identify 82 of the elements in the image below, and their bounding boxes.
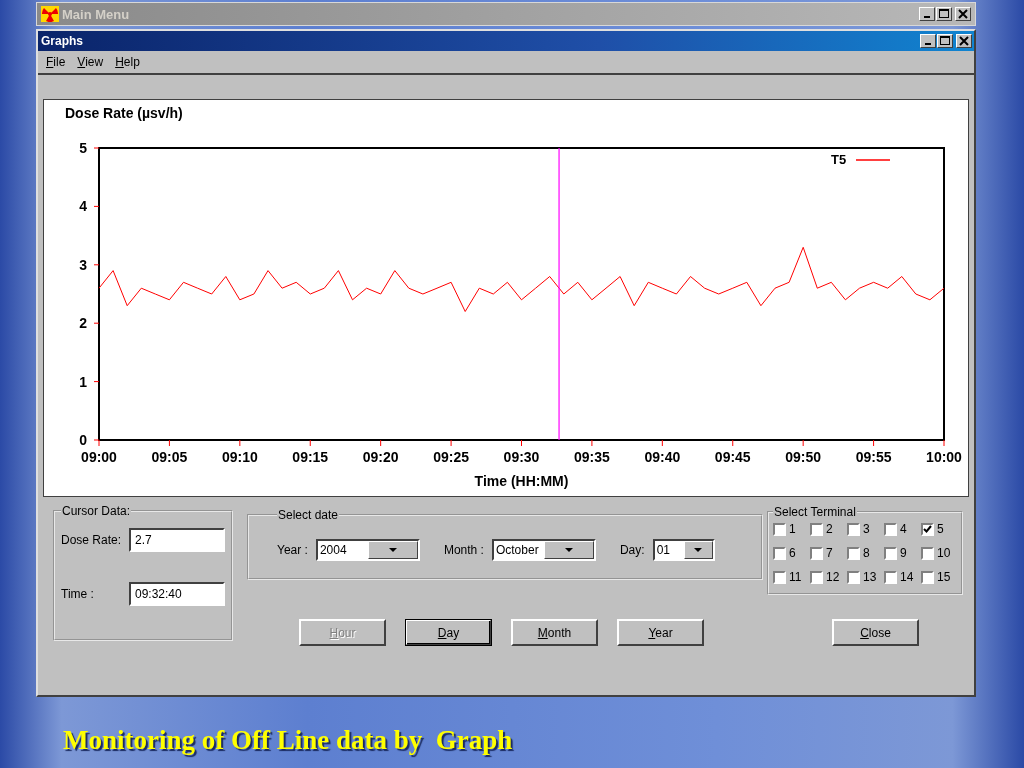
- radiation-icon: [41, 6, 59, 22]
- checkbox[interactable]: [773, 546, 786, 560]
- checkbox[interactable]: [810, 570, 823, 584]
- dropdown-label: Year :: [277, 543, 308, 557]
- y-tick-label: 2: [79, 315, 87, 332]
- x-tick-label: 09:55: [855, 449, 892, 465]
- chart-title: Dose Rate (µsv/h): [65, 105, 183, 121]
- minimize-icon[interactable]: [920, 34, 936, 48]
- checkbox-label: 3: [863, 522, 870, 536]
- y-tick-label: 3: [79, 256, 87, 273]
- x-tick-label: 09:15: [292, 449, 329, 465]
- slide-title: Monitoring of Off Line data by Graph: [63, 725, 513, 756]
- close-icon[interactable]: [955, 7, 971, 21]
- window-title: Main Menu: [62, 6, 130, 22]
- x-tick-label: 09:40: [644, 449, 681, 465]
- checkbox-label: 6: [789, 546, 796, 560]
- x-tick-label: 09:05: [151, 449, 188, 465]
- checkbox[interactable]: [810, 522, 823, 536]
- push-button[interactable]: Day: [405, 619, 492, 646]
- x-tick-label: 09:30: [503, 449, 540, 465]
- checkbox[interactable]: [773, 570, 786, 584]
- checkbox[interactable]: [921, 522, 934, 536]
- push-button[interactable]: Month: [511, 619, 598, 646]
- x-axis-title: Time (HH:MM): [474, 473, 569, 489]
- x-tick-label: 09:50: [785, 449, 822, 465]
- y-tick-label: 4: [79, 198, 87, 215]
- dropdown[interactable]: October: [491, 539, 596, 561]
- group-title: Cursor Data:: [61, 504, 132, 518]
- checkbox[interactable]: [773, 522, 786, 536]
- checkbox-label: 2: [826, 522, 833, 536]
- checkbox-label: 5: [937, 522, 944, 536]
- checkbox-label: 15: [937, 570, 951, 584]
- x-tick-label: 09:25: [433, 449, 469, 465]
- x-tick-label: 09:10: [221, 449, 258, 465]
- menu-item[interactable]: Help: [111, 54, 144, 70]
- checkbox-label: 7: [826, 546, 833, 560]
- group-title: Select Terminal: [773, 505, 857, 519]
- group-title: Select date: [277, 508, 340, 522]
- checkbox-label: 14: [900, 570, 914, 584]
- checkbox-label: 9: [900, 546, 907, 560]
- checkbox[interactable]: [884, 570, 897, 584]
- y-tick-label: 5: [79, 140, 87, 156]
- legend-label: T5: [831, 152, 847, 167]
- x-tick-label: 09:00: [81, 449, 117, 465]
- checkbox-label: 12: [826, 570, 840, 584]
- minimize-icon[interactable]: [919, 7, 935, 21]
- field-label: Time :: [61, 587, 94, 601]
- dropdown[interactable]: 01: [652, 539, 715, 561]
- checkbox-label: 13: [863, 570, 877, 584]
- dropdown-label: Month :: [443, 543, 484, 557]
- window-title: Graphs: [41, 34, 83, 48]
- checkbox-label: 11: [789, 570, 802, 584]
- dropdown-label: Day:: [619, 543, 645, 557]
- push-button[interactable]: Close: [832, 619, 919, 646]
- checkbox[interactable]: [921, 546, 934, 560]
- x-tick-label: 09:20: [362, 449, 399, 465]
- maximize-icon[interactable]: [937, 34, 953, 48]
- checkbox-label: 10: [937, 546, 951, 560]
- field-label: Dose Rate:: [61, 533, 122, 547]
- checkbox[interactable]: [810, 546, 823, 560]
- checkbox[interactable]: [847, 546, 860, 560]
- dropdown[interactable]: 2004: [315, 539, 420, 561]
- checkbox[interactable]: [921, 570, 934, 584]
- checkbox[interactable]: [884, 546, 897, 560]
- x-tick-label: 09:45: [714, 449, 751, 465]
- checkbox[interactable]: [884, 522, 897, 536]
- y-tick-label: 1: [79, 373, 87, 390]
- push-button[interactable]: Year: [617, 619, 704, 646]
- checkbox-label: 8: [863, 546, 870, 560]
- y-tick-label: 0: [79, 432, 87, 448]
- x-tick-label: 10:00: [926, 449, 962, 465]
- menu-item[interactable]: View: [73, 54, 108, 70]
- checkbox-label: 1: [789, 522, 796, 536]
- close-icon[interactable]: [956, 34, 972, 48]
- x-tick-label: 09:35: [574, 449, 610, 465]
- checkbox[interactable]: [847, 570, 860, 584]
- maximize-icon[interactable]: [936, 7, 952, 21]
- checkbox-label: 4: [900, 522, 907, 536]
- menu-item[interactable]: File: [42, 54, 70, 70]
- checkbox[interactable]: [847, 522, 860, 536]
- text-field[interactable]: 2.7: [129, 528, 225, 552]
- text-field[interactable]: 09:32:40: [129, 582, 225, 606]
